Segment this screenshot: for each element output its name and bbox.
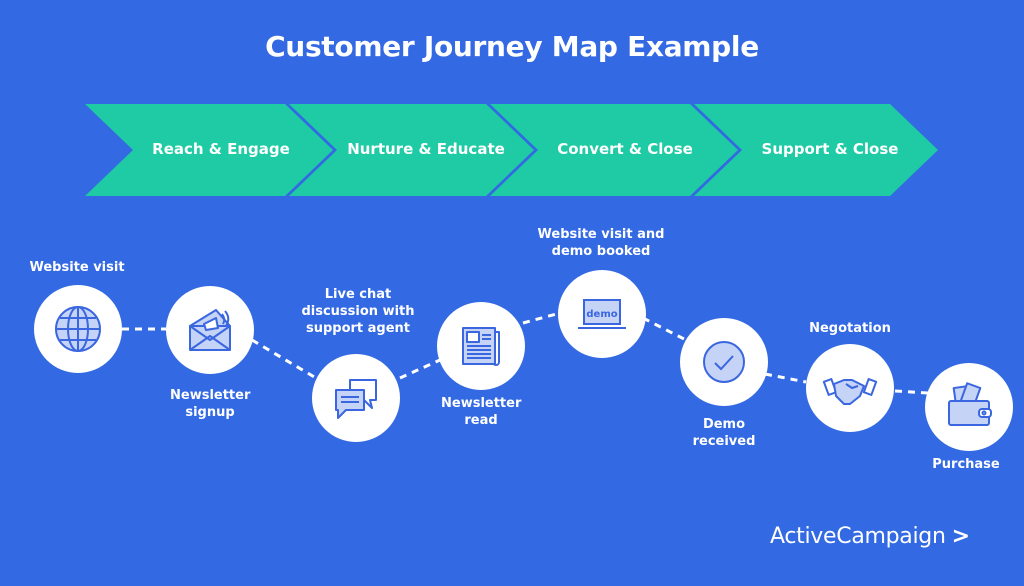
checkmark-circle-icon xyxy=(703,341,745,383)
brand-chevron-icon: > xyxy=(951,524,970,549)
touchpoint-purchase xyxy=(925,363,1013,451)
activecampaign-logo: ActiveCampaign > xyxy=(770,524,970,549)
touchpoint-label-live-chat: Live chat discussion with support agent xyxy=(268,286,448,337)
touchpoint-label-newsletter-signup: Newsletter signup xyxy=(120,387,300,421)
touchpoint-negotiation xyxy=(806,344,894,432)
connector-7-8 xyxy=(894,389,929,395)
newspaper-icon xyxy=(462,327,500,366)
connector-6-7 xyxy=(764,372,807,384)
touchpoint-label-demo-booked: Website visit and demo booked xyxy=(511,226,691,260)
envelope-megaphone-icon xyxy=(189,309,231,351)
touchpoint-demo-booked: demo xyxy=(558,270,646,358)
connector-2-3 xyxy=(251,338,317,380)
connector-3-4 xyxy=(399,358,441,380)
laptop-demo-icon: demo xyxy=(578,299,626,329)
label-text: Newsletter signup xyxy=(170,388,251,420)
touchpoint-label-website-visit: Website visit xyxy=(29,260,125,275)
connector-4-5 xyxy=(522,311,561,325)
label-text: Demo received xyxy=(692,417,756,449)
brand-name: ActiveCampaign xyxy=(770,524,946,549)
touchpoint-demo-received xyxy=(680,318,768,406)
label-text: Website visit and demo booked xyxy=(537,227,665,259)
touchpoint-live-chat xyxy=(312,354,400,442)
touchpoint-label-newsletter-read: Newsletter read xyxy=(391,395,571,429)
touchpoint-newsletter-read xyxy=(437,302,525,390)
label-text: Live chat discussion with support agent xyxy=(301,287,415,336)
handshake-icon xyxy=(822,378,878,405)
chat-bubbles-icon xyxy=(335,379,377,419)
wallet-icon xyxy=(948,382,992,426)
touchpoint-website-visit xyxy=(34,285,122,373)
touchpoint-label-negotiation: Negotation xyxy=(809,321,891,336)
label-text: Newsletter read xyxy=(441,396,522,428)
journey-path xyxy=(122,311,929,395)
touchpoint-newsletter-signup xyxy=(166,286,254,374)
connector-5-6 xyxy=(642,316,687,342)
laptop-demo-text: demo xyxy=(586,309,617,320)
touchpoint-label-demo-received: Demo received xyxy=(634,416,814,450)
globe-icon xyxy=(55,306,101,352)
touchpoint-label-purchase: Purchase xyxy=(932,457,1000,472)
